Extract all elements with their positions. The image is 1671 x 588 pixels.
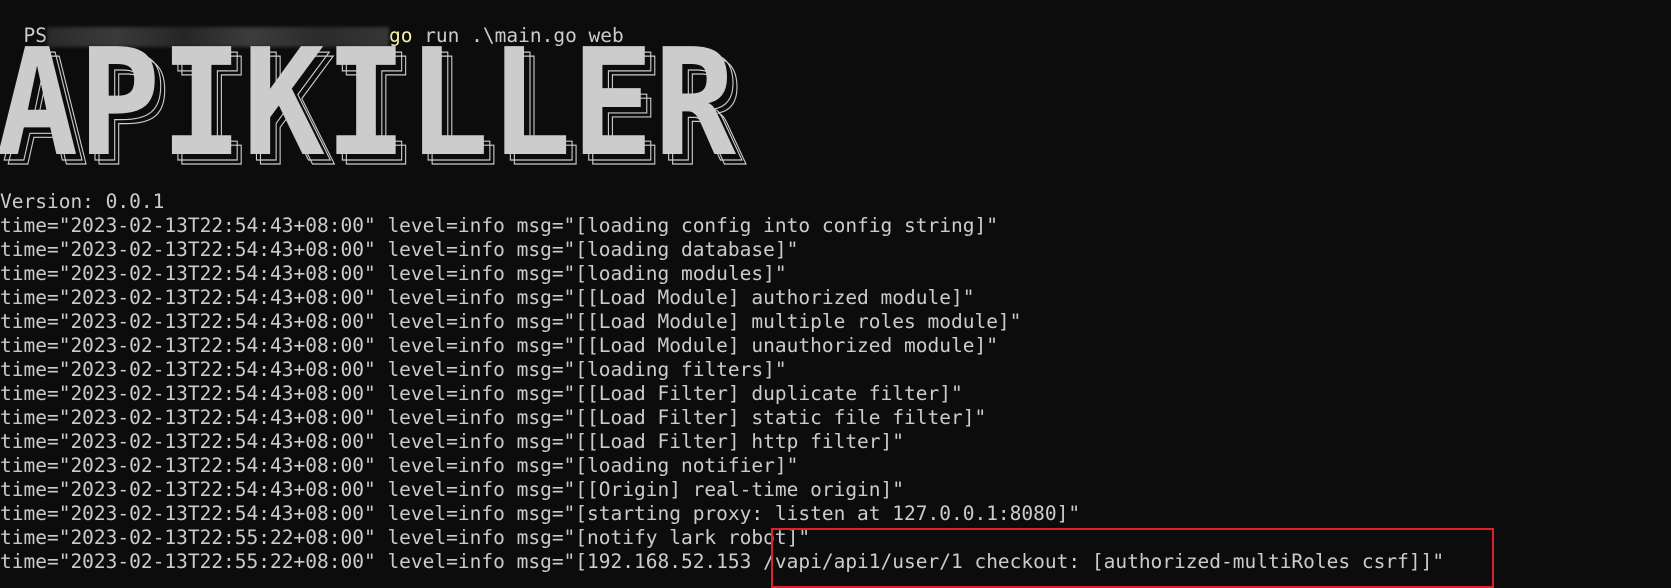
highlight-box — [771, 528, 1494, 588]
log-line: time="2023-02-13T22:54:43+08:00" level=i… — [0, 454, 798, 478]
log-line: time="2023-02-13T22:54:43+08:00" level=i… — [0, 214, 998, 238]
log-time: time="2023-02-13T22:54:43+08:00" — [0, 406, 376, 429]
log-level: level=info — [387, 310, 505, 333]
log-time: time="2023-02-13T22:54:43+08:00" — [0, 382, 376, 405]
command-line: PS go run .\main.go web — [0, 0, 623, 47]
log-level: level=info — [387, 286, 505, 309]
log-line: time="2023-02-13T22:54:43+08:00" level=i… — [0, 430, 904, 454]
log-time: time="2023-02-13T22:54:43+08:00" — [0, 502, 376, 525]
log-level: level=info — [387, 430, 505, 453]
log-time: time="2023-02-13T22:54:43+08:00" — [0, 478, 376, 501]
log-line: time="2023-02-13T22:54:43+08:00" level=i… — [0, 334, 998, 358]
log-level: level=info — [387, 238, 505, 261]
log-message: msg="[loading config into config string]… — [516, 214, 998, 237]
log-level: level=info — [387, 358, 505, 381]
log-level: level=info — [387, 550, 505, 573]
log-message: msg="[loading modules]" — [516, 262, 787, 285]
log-message: msg="[[Load Filter] http filter]" — [516, 430, 905, 453]
log-line: time="2023-02-13T22:54:43+08:00" level=i… — [0, 502, 1080, 526]
log-level: level=info — [387, 334, 505, 357]
log-line: time="2023-02-13T22:54:43+08:00" level=i… — [0, 238, 798, 262]
log-message: msg="[[Load Module] multiple roles modul… — [516, 310, 1022, 333]
log-message: msg="[[Load Module] unauthorized module]… — [516, 334, 998, 357]
log-time: time="2023-02-13T22:54:43+08:00" — [0, 334, 376, 357]
log-message: msg="[loading notifier]" — [516, 454, 799, 477]
version-line: Version: 0.0.1 — [0, 190, 165, 213]
log-line: time="2023-02-13T22:54:43+08:00" level=i… — [0, 358, 787, 382]
log-message: msg="[loading database]" — [516, 238, 799, 261]
log-time: time="2023-02-13T22:54:43+08:00" — [0, 214, 376, 237]
log-message: msg="[[Origin] real-time origin]" — [516, 478, 905, 501]
log-level: level=info — [387, 406, 505, 429]
log-line: time="2023-02-13T22:54:43+08:00" level=i… — [0, 262, 787, 286]
log-time: time="2023-02-13T22:54:43+08:00" — [0, 262, 376, 285]
log-time: time="2023-02-13T22:55:22+08:00" — [0, 526, 376, 549]
log-line: time="2023-02-13T22:54:43+08:00" level=i… — [0, 286, 974, 310]
log-level: level=info — [387, 502, 505, 525]
banner-text: APIKILLER — [0, 42, 737, 182]
log-message: msg="[[Load Filter] static file filter]" — [516, 406, 987, 429]
log-time: time="2023-02-13T22:54:43+08:00" — [0, 454, 376, 477]
log-level: level=info — [387, 526, 505, 549]
log-level: level=info — [387, 262, 505, 285]
log-message: msg="[[Load Module] authorized module]" — [516, 286, 975, 309]
log-time: time="2023-02-13T22:54:43+08:00" — [0, 430, 376, 453]
log-level: level=info — [387, 454, 505, 477]
log-time: time="2023-02-13T22:55:22+08:00" — [0, 550, 376, 573]
apikiller-banner-art: APIKILLER APIKILLER APIKILLER — [0, 42, 747, 182]
log-time: time="2023-02-13T22:54:43+08:00" — [0, 238, 376, 261]
log-time: time="2023-02-13T22:54:43+08:00" — [0, 286, 376, 309]
log-level: level=info — [387, 478, 505, 501]
log-line: time="2023-02-13T22:54:43+08:00" level=i… — [0, 382, 963, 406]
apikiller-banner: APIKILLER APIKILLER APIKILLER — [0, 42, 754, 182]
log-message: msg="[starting proxy: listen at 127.0.0.… — [516, 502, 1081, 525]
log-level: level=info — [387, 382, 505, 405]
log-message: msg="[notify lark robot]" — [516, 526, 811, 549]
log-time: time="2023-02-13T22:54:43+08:00" — [0, 358, 376, 381]
log-time: time="2023-02-13T22:54:43+08:00" — [0, 310, 376, 333]
log-level: level=info — [387, 214, 505, 237]
log-line: time="2023-02-13T22:54:43+08:00" level=i… — [0, 310, 1021, 334]
log-line: time="2023-02-13T22:54:43+08:00" level=i… — [0, 406, 986, 430]
log-line: time="2023-02-13T22:55:22+08:00" level=i… — [0, 526, 810, 550]
log-message: msg="[loading filters]" — [516, 358, 787, 381]
log-line: time="2023-02-13T22:54:43+08:00" level=i… — [0, 478, 904, 502]
log-message: msg="[[Load Filter] duplicate filter]" — [516, 382, 963, 405]
